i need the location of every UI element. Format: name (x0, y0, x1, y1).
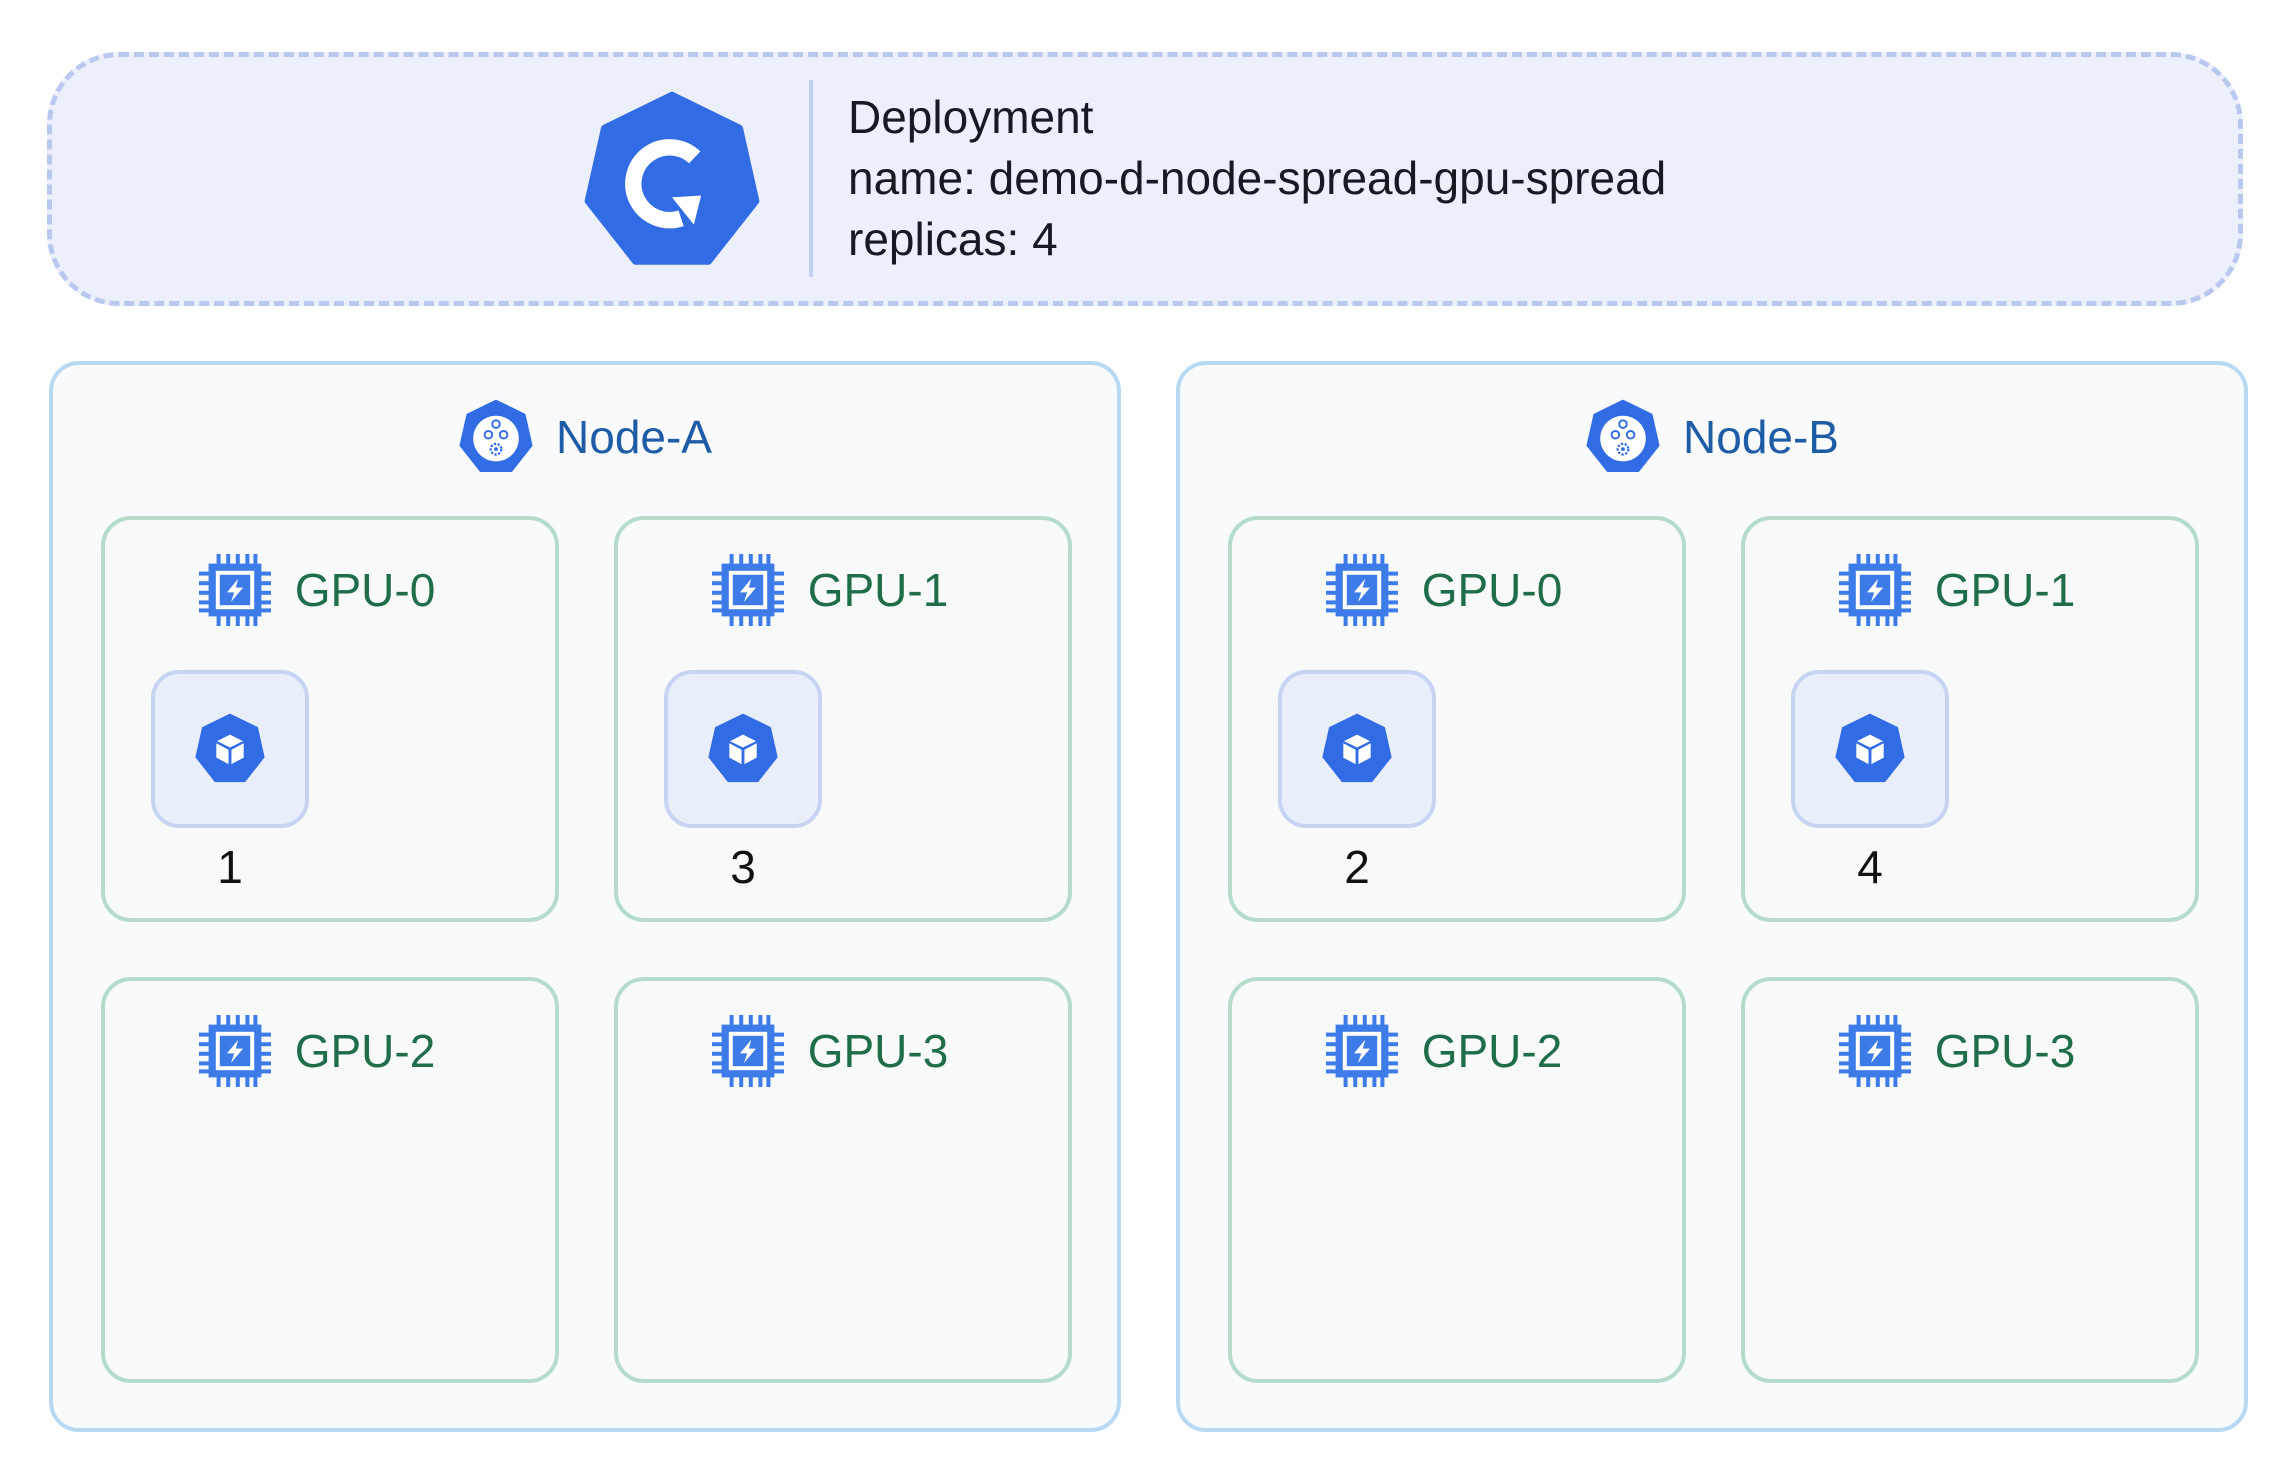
node-box-node-b: Node-B GPU-0 2 GPU-1 4 GPU-2 GPU-3 (1176, 361, 2248, 1432)
gpu-box: GPU-2 (101, 977, 559, 1383)
gpu-box: GPU-1 3 (614, 516, 1072, 922)
gpu-header: GPU-2 (1232, 1009, 1682, 1093)
pod-index: 3 (730, 841, 756, 893)
node-header: Node-B (1180, 397, 2244, 477)
diagram-canvas: Deployment name: demo-d-node-spread-gpu-… (0, 0, 2293, 1481)
gpu-label: GPU-0 (1421, 564, 1563, 616)
gpu-label: GPU-2 (1421, 1025, 1563, 1077)
gpu-chip-icon (708, 1011, 788, 1091)
kubernetes-pod-icon (707, 713, 779, 785)
deployment-replicas: replicas: 4 (848, 213, 1058, 265)
kubernetes-node-icon (1585, 399, 1661, 475)
gpu-header: GPU-1 (1745, 548, 2195, 632)
gpu-header: GPU-2 (105, 1009, 555, 1093)
gpu-chip-icon (708, 550, 788, 630)
gpu-header: GPU-0 (1232, 548, 1682, 632)
gpu-label: GPU-1 (1934, 564, 2076, 616)
deployment-name: name: demo-d-node-spread-gpu-spread (848, 152, 1667, 204)
pod-box (1278, 670, 1436, 828)
gpu-header: GPU-3 (618, 1009, 1068, 1093)
kubernetes-pod-icon (1834, 713, 1906, 785)
node-box-node-a: Node-A GPU-0 1 GPU-1 3 GPU-2 GPU-3 (49, 361, 1121, 1432)
gpu-box: GPU-1 4 (1741, 516, 2199, 922)
gpu-header: GPU-3 (1745, 1009, 2195, 1093)
gpu-label: GPU-3 (807, 1025, 949, 1077)
gpu-label: GPU-3 (1934, 1025, 2076, 1077)
gpu-chip-icon (1322, 1011, 1402, 1091)
gpu-header: GPU-1 (618, 548, 1068, 632)
gpu-box: GPU-2 (1228, 977, 1686, 1383)
gpu-box: GPU-3 (1741, 977, 2199, 1383)
pod-index: 1 (217, 841, 243, 893)
kubernetes-deployment-icon (581, 90, 763, 272)
gpu-header: GPU-0 (105, 548, 555, 632)
gpu-label: GPU-0 (294, 564, 436, 616)
pod-index: 4 (1857, 841, 1883, 893)
gpu-box: GPU-3 (614, 977, 1072, 1383)
deployment-details: Deployment name: demo-d-node-spread-gpu-… (848, 87, 1666, 270)
gpu-chip-icon (1322, 550, 1402, 630)
kubernetes-node-icon (458, 399, 534, 475)
gpu-chip-icon (195, 1011, 275, 1091)
gpu-label: GPU-1 (807, 564, 949, 616)
kubernetes-pod-icon (194, 713, 266, 785)
pod-index: 2 (1344, 841, 1370, 893)
deployment-title: Deployment (848, 91, 1094, 143)
pod-box (1791, 670, 1949, 828)
node-label: Node-A (556, 411, 712, 463)
gpu-chip-icon (195, 550, 275, 630)
node-header: Node-A (53, 397, 1117, 477)
node-label: Node-B (1683, 411, 1839, 463)
kubernetes-pod-icon (1321, 713, 1393, 785)
gpu-chip-icon (1835, 550, 1915, 630)
gpu-label: GPU-2 (294, 1025, 436, 1077)
deployment-divider (809, 80, 813, 277)
gpu-box: GPU-0 1 (101, 516, 559, 922)
gpu-box: GPU-0 2 (1228, 516, 1686, 922)
pod-box (151, 670, 309, 828)
gpu-chip-icon (1835, 1011, 1915, 1091)
pod-box (664, 670, 822, 828)
